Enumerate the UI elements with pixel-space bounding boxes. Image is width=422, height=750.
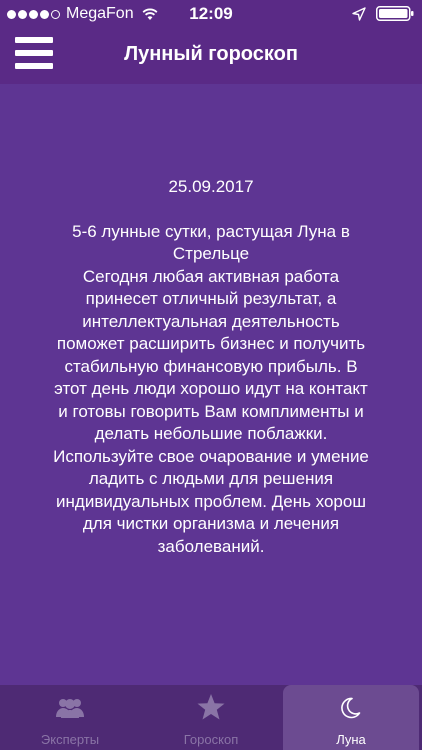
status-bar: MegaFon 12:09 [0, 0, 422, 28]
tab-moon[interactable]: Луна [283, 685, 419, 750]
horoscope-text: 5-6 лунные сутки, растущая Луна в Стрель… [53, 221, 369, 556]
star-icon [197, 694, 225, 720]
horoscope-date: 25.09.2017 [168, 177, 254, 196]
tab-experts[interactable]: Эксперты [0, 685, 140, 750]
horoscope-content: 25.09.2017 5-6 лунные сутки, растущая Лу… [20, 176, 402, 558]
moon-icon [341, 697, 361, 719]
tab-horoscope-label: Гороскоп [183, 732, 239, 747]
location-icon [352, 6, 366, 21]
tab-moon-label: Луна [336, 732, 366, 747]
battery-icon [376, 6, 414, 21]
experts-icon [56, 699, 84, 718]
tab-horoscope[interactable]: Гороскоп [140, 685, 282, 750]
page-title: Лунный гороскоп [124, 43, 298, 65]
tab-experts-label: Эксперты [40, 732, 100, 747]
header-bar: MegaFon 12:09 Лунный гороскоп [0, 0, 422, 84]
status-right [352, 6, 414, 21]
tab-bar: Эксперты Гороскоп Луна [0, 685, 422, 750]
